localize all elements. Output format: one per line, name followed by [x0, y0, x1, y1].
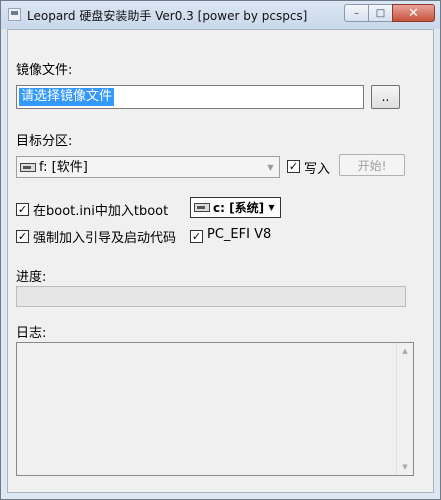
write-label: 写入 [304, 162, 331, 177]
progress-label: 进度: [16, 270, 47, 285]
log-textarea[interactable]: ▲ ▼ [16, 342, 414, 476]
browse-button[interactable]: .. [371, 85, 400, 109]
scroll-down-icon[interactable]: ▼ [397, 459, 413, 475]
pc-efi-checkbox[interactable]: ✓ [190, 230, 203, 243]
title-bar[interactable]: Leopard 硬盘安装助手 Ver0.3 [power by pcspcs] … [1, 1, 440, 29]
image-file-label: 镜像文件: [16, 63, 73, 78]
scroll-up-icon[interactable]: ▲ [397, 343, 413, 359]
boot-ini-label: 在boot.ini中加入tboot [33, 204, 169, 219]
image-file-value: 请选择镜像文件 [19, 88, 115, 106]
target-partition-label: 目标分区: [16, 134, 73, 149]
force-boot-label: 强制加入引导及启动代码 [33, 231, 177, 246]
chevron-down-icon[interactable]: ▼ [264, 199, 279, 216]
start-button[interactable]: 开始! [339, 154, 405, 176]
boot-drive-dropdown[interactable]: c: [系统] ▼ [190, 197, 281, 218]
force-boot-checkbox[interactable]: ✓ [16, 230, 29, 243]
minimize-button[interactable]: – [344, 4, 369, 22]
drive-icon [20, 163, 36, 172]
chevron-down-icon[interactable]: ▼ [263, 158, 278, 176]
target-partition-value: f: [软件] [39, 160, 88, 175]
close-button[interactable]: ✕ [392, 4, 435, 22]
boot-ini-checkbox[interactable]: ✓ [16, 203, 29, 216]
image-file-input[interactable]: 请选择镜像文件 [16, 85, 364, 109]
window-title: Leopard 硬盘安装助手 Ver0.3 [power by pcspcs] [27, 9, 308, 23]
boot-drive-value: c: [系统] [213, 201, 265, 215]
main-window: Leopard 硬盘安装助手 Ver0.3 [power by pcspcs] … [0, 0, 441, 500]
log-label: 日志: [16, 326, 47, 341]
client-area: 镜像文件: 请选择镜像文件 .. 目标分区: f: [软件] ▼ ✓ 写入 开始… [7, 29, 434, 493]
drive-icon [194, 203, 210, 212]
app-icon [8, 8, 21, 21]
maximize-button[interactable]: □ [368, 4, 393, 22]
pc-efi-label: PC_EFI V8 [207, 227, 272, 242]
log-scrollbar[interactable]: ▲ ▼ [396, 343, 413, 475]
target-partition-dropdown[interactable]: f: [软件] ▼ [16, 156, 280, 178]
progress-bar [16, 286, 406, 307]
write-checkbox[interactable]: ✓ [287, 160, 300, 173]
